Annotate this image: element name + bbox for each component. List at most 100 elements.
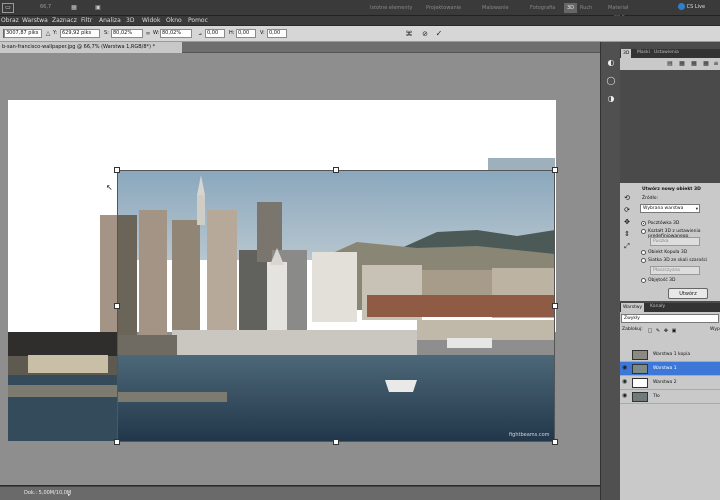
document-size-text: Dok.: 5,00M/10,0M	[24, 490, 72, 496]
zoom-menu[interactable]: 66,7	[40, 4, 51, 10]
tab-ustawienia[interactable]: Ustawienia	[654, 50, 679, 55]
visibility-eye-icon[interactable]: ◉	[622, 378, 630, 388]
dock-icon-strip: ◐ ◯ ◑	[600, 42, 620, 500]
cs-live-button[interactable]: CS Live	[678, 3, 705, 10]
radio-depth-map[interactable]	[641, 250, 646, 255]
tab-maski[interactable]: Maski	[637, 50, 650, 55]
layer-row[interactable]: ◉ Tło	[620, 390, 720, 404]
visibility-eye-icon[interactable]: ◉	[622, 392, 630, 402]
chain-link-icon[interactable]: ∞	[144, 29, 152, 38]
radio-volume[interactable]	[641, 278, 646, 283]
height-field[interactable]: 80,02%	[160, 29, 192, 38]
panel-scene-icon[interactable]: ▤	[666, 59, 674, 69]
fill-label: Wyp	[710, 327, 720, 332]
adjustments-panel-icon[interactable]: ◑	[605, 94, 617, 106]
menu-3d[interactable]: 3D	[126, 17, 134, 24]
status-bar: Dok.: 5,00M/10,0M ▸	[0, 486, 600, 500]
workspace-5[interactable]: Ruch	[580, 3, 592, 13]
tab-3d[interactable]: 3D	[621, 49, 632, 58]
layer-row-selected[interactable]: ◉ Warstwa 1	[620, 362, 720, 376]
lock-pixels-icon[interactable]: ✎	[655, 326, 661, 334]
tab-channels[interactable]: Kanały	[650, 304, 665, 309]
status-arrow-icon[interactable]: ▸	[68, 490, 71, 500]
workspace-6[interactable]: Materiał w CS 5	[608, 3, 628, 21]
menu-analiza[interactable]: Analiza	[99, 17, 121, 24]
document-tab[interactable]: b-san-francisco-wallpaper.jpg @ 66,7% (W…	[0, 42, 182, 53]
visibility-eye-icon[interactable]: ◉	[622, 364, 630, 374]
transform-handle[interactable]	[114, 303, 120, 309]
hskew-field[interactable]: 0,00	[236, 29, 256, 38]
3d-roll-tool-icon[interactable]: ⟳	[622, 205, 632, 215]
transform-handle[interactable]	[552, 303, 558, 309]
source-select-value: Wybrana warstwa	[643, 206, 684, 211]
tab-layers[interactable]: Warstwy	[621, 303, 645, 312]
width-field[interactable]: 80,02%	[111, 29, 143, 38]
menu-bar: Obraz Warstwa Zaznacz Filtr Analiza 3D W…	[0, 16, 720, 26]
radio-grayscale-mesh[interactable]	[641, 258, 646, 263]
create-button[interactable]: Utwórz	[668, 288, 708, 299]
transform-handle[interactable]	[114, 167, 120, 173]
transform-handle[interactable]	[114, 439, 120, 445]
workspace-switcher: Istotne elementy Projektowanie Malowanie Fo…	[370, 0, 628, 21]
workspace-1[interactable]: Projektowanie	[426, 3, 461, 13]
lock-all-icon[interactable]: ▣	[671, 326, 677, 334]
panel-material-icon[interactable]: ▦	[690, 59, 698, 69]
screen-mode-icon[interactable]: ▣	[92, 3, 104, 13]
3d-panel-icon[interactable]: ◐	[605, 58, 617, 70]
blend-mode-select[interactable]: Zwykły	[621, 314, 719, 323]
workspace-3[interactable]: Fotografia	[530, 3, 555, 13]
y-coord-field[interactable]: 629,92 piks	[60, 29, 100, 38]
cancel-transform-icon[interactable]: ⊘	[420, 29, 430, 39]
menu-okno[interactable]: Okno	[166, 17, 182, 24]
warp-icon[interactable]: ⌘	[404, 29, 414, 39]
option-grayscale-mesh-label: Siatka 3D ze skali szarości	[648, 258, 708, 263]
vskew-field[interactable]: 0,00	[267, 29, 287, 38]
transform-handle[interactable]	[333, 439, 339, 445]
layers-panel: Zwykły Zablokuj: □ ✎ ✥ ▣ Wyp Warstwa 1 k…	[620, 312, 720, 500]
layer-row[interactable]: ◉ Warstwa 2	[620, 376, 720, 390]
menu-widok[interactable]: Widok	[142, 17, 160, 24]
layer-row[interactable]: Warstwa 1 kopia	[620, 348, 720, 362]
transform-handle[interactable]	[333, 167, 339, 173]
chevron-down-icon: ▾	[695, 207, 698, 212]
rotate-field[interactable]: 0,00	[205, 29, 225, 38]
view-extras-icon[interactable]: ▦	[68, 3, 80, 13]
lock-transparency-icon[interactable]: □	[647, 326, 653, 334]
source-select[interactable]: Wybrana warstwa ▾	[640, 204, 700, 213]
panel-light-icon[interactable]: ▦	[702, 59, 710, 69]
menu-zaznacz[interactable]: Zaznacz	[52, 17, 77, 24]
3d-rotate-tool-icon[interactable]: ⟲	[622, 193, 632, 203]
menu-obraz[interactable]: Obraz	[1, 17, 19, 24]
3d-slide-tool-icon[interactable]: ⇕	[622, 229, 632, 239]
menu-filtr[interactable]: Filtr	[81, 17, 92, 24]
tool-preset-icon[interactable]: ▭	[2, 3, 14, 13]
workspace-2[interactable]: Malowanie	[482, 3, 509, 13]
lock-position-icon[interactable]: ✥	[663, 326, 669, 334]
vskew-label: V:	[260, 30, 265, 36]
radio-postcard[interactable]	[641, 221, 646, 226]
menu-warstwa[interactable]: Warstwa	[22, 17, 48, 24]
3d-scale-tool-icon[interactable]: ⤢	[622, 241, 632, 251]
commit-transform-icon[interactable]: ✓	[434, 29, 444, 39]
link-triangle-icon[interactable]: △	[44, 29, 52, 38]
transform-bounding-box[interactable]	[117, 170, 555, 442]
transform-handle[interactable]	[552, 167, 558, 173]
transform-handle[interactable]	[552, 439, 558, 445]
panel-menu-icon[interactable]: ≡	[712, 59, 720, 69]
masks-panel-icon[interactable]: ◯	[605, 76, 617, 88]
option-postcard-label: Pocztówka 3D	[648, 221, 680, 226]
menu-pomoc[interactable]: Pomoc	[188, 17, 208, 24]
x-coord-field[interactable]: 3007,87 piks	[4, 29, 42, 38]
preset-shape-select[interactable]: Puszka	[650, 237, 700, 246]
radio-preset-shape[interactable]	[641, 229, 646, 234]
3d-pan-tool-icon[interactable]: ✥	[622, 217, 632, 227]
layer-thumbnail	[632, 364, 648, 374]
mesh-preset-select[interactable]: Płaszczyzna	[650, 266, 700, 275]
workspace-0[interactable]: Istotne elementy	[370, 3, 412, 13]
cs-live-label: CS Live	[686, 4, 706, 10]
visibility-eye-icon[interactable]	[622, 350, 630, 360]
layer-thumbnail	[632, 378, 648, 388]
rotate-icon: ⦟	[198, 30, 202, 37]
workspace-4[interactable]: 3D	[564, 3, 578, 13]
panel-mesh-icon[interactable]: ▦	[678, 59, 686, 69]
